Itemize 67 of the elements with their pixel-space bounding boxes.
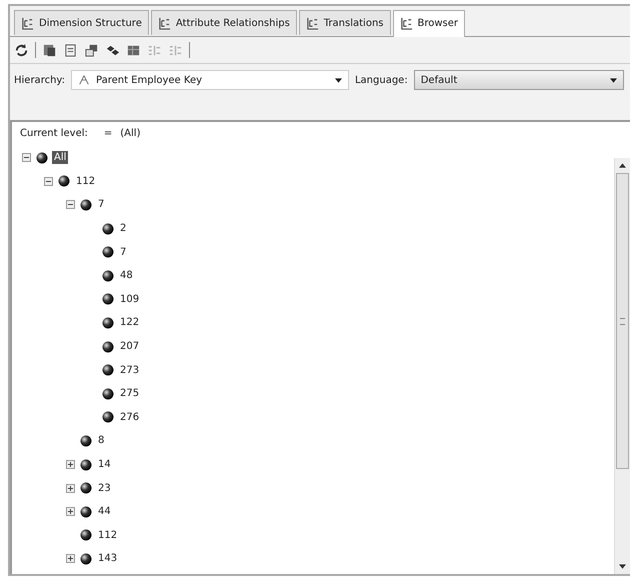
tree-item[interactable]: 273 <box>118 364 142 377</box>
tree-item[interactable]: 207 <box>118 340 142 354</box>
member-icon <box>80 458 92 471</box>
tree-item[interactable]: 112 <box>74 174 98 188</box>
refresh-icon[interactable] <box>14 42 29 58</box>
tree-item[interactable]: 7 <box>96 198 106 212</box>
diagram-icon <box>306 16 319 30</box>
diagram-icon <box>158 16 171 30</box>
tree-item[interactable]: 7 <box>118 246 128 259</box>
tree-item[interactable]: 122 <box>118 316 142 330</box>
language-dropdown[interactable]: Default <box>414 70 624 90</box>
tab[interactable]: Dimension Structure <box>14 10 149 35</box>
expand-icon[interactable] <box>66 507 74 516</box>
scroll-up-icon[interactable] <box>619 163 626 168</box>
member-icon <box>80 434 92 447</box>
member-icon <box>80 198 92 211</box>
member-icon <box>80 506 92 518</box>
collapse-icon[interactable] <box>22 153 30 162</box>
language-label: Language: <box>354 74 408 86</box>
scrollbar[interactable] <box>614 158 630 574</box>
member-icon <box>36 152 48 164</box>
diagram-icon <box>400 16 412 30</box>
member-icon <box>102 411 114 424</box>
member-icon <box>102 246 114 258</box>
operator-text: = <box>104 128 112 141</box>
member-icon <box>102 388 114 400</box>
collapse-icon[interactable] <box>66 200 74 210</box>
hierarchy-label: Hierarchy: <box>14 74 65 86</box>
tree-item[interactable]: 8 <box>96 434 106 448</box>
member-icon <box>80 529 92 542</box>
scroll-thumb[interactable] <box>616 173 629 469</box>
member-icon <box>58 175 70 188</box>
member-icon <box>80 482 92 494</box>
expand-icon[interactable] <box>66 484 74 493</box>
tab[interactable]: Browser <box>392 10 466 37</box>
scroll-down-icon[interactable] <box>619 564 626 569</box>
tree-item[interactable]: 109 <box>118 292 142 306</box>
expand-icon[interactable] <box>66 554 74 564</box>
member-icon <box>80 552 92 565</box>
tree-item[interactable]: 44 <box>96 505 113 518</box>
caret-icon <box>334 78 342 82</box>
tree-item[interactable]: 2 <box>118 222 128 236</box>
tree-item[interactable]: 48 <box>118 269 135 282</box>
tree-item[interactable]: 112 <box>96 528 120 542</box>
member-icon <box>102 364 114 376</box>
tab[interactable]: Attribute Relationships <box>150 10 297 35</box>
tree-item[interactable]: All <box>52 151 68 164</box>
member-icon <box>102 222 114 235</box>
member-icon <box>102 293 114 306</box>
tree-item[interactable]: 143 <box>96 552 120 566</box>
diagram-icon <box>21 16 34 30</box>
tab[interactable]: Translations <box>298 10 390 35</box>
member-icon <box>102 316 114 329</box>
windows-icon[interactable] <box>84 42 99 58</box>
tree-item[interactable]: 23 <box>96 482 113 495</box>
current-level-label: Current level: <box>20 128 88 141</box>
page-icon[interactable] <box>63 42 78 58</box>
current-level-value: (All) <box>120 128 140 141</box>
member-icon <box>102 270 114 282</box>
tree-item[interactable]: 275 <box>118 387 142 400</box>
caret-icon <box>610 78 617 82</box>
tree-item[interactable]: 276 <box>118 410 142 424</box>
expand-icon[interactable] <box>66 460 74 470</box>
tree-item[interactable]: 14 <box>96 458 113 472</box>
member-icon <box>102 340 114 353</box>
collapse-icon[interactable] <box>44 176 52 186</box>
hierarchy-dropdown[interactable]: Parent Employee Key <box>70 70 349 90</box>
